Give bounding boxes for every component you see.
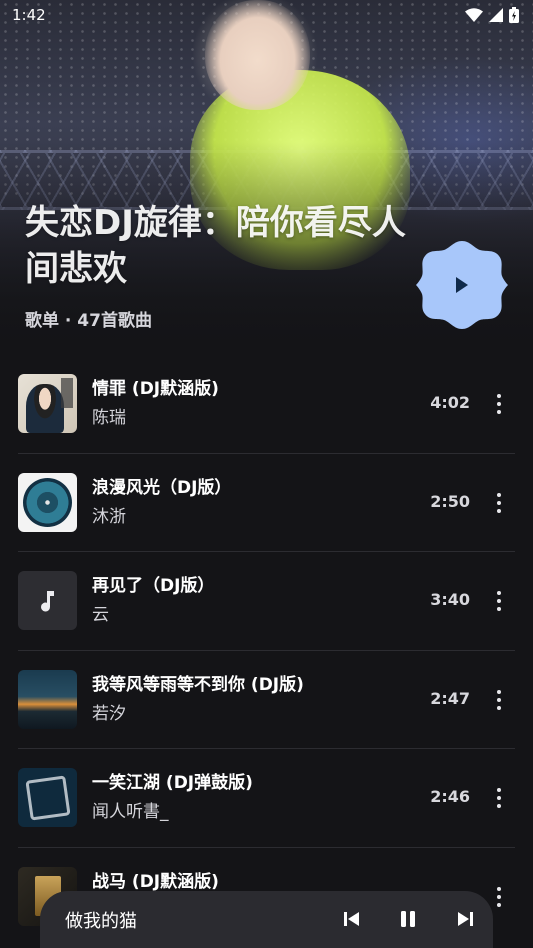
song-row[interactable]: 浪漫风光（DJ版） 沐浙 2:50 xyxy=(0,454,533,552)
song-cover-image xyxy=(18,374,77,433)
mini-player[interactable]: 做我的猫 xyxy=(40,891,493,948)
status-bar: 1:42 xyxy=(0,0,533,30)
song-artist: 云 xyxy=(92,605,109,625)
playlist-meta: 歌单 · 47首歌曲 xyxy=(25,311,152,331)
song-row[interactable]: 再见了（DJ版） 云 3:40 xyxy=(0,552,533,651)
playlist-screen: 1:42 失恋DJ旋律：陪你看尽人间悲欢 歌单 · 47首歌曲 情罪 (DJ默涵… xyxy=(0,0,533,948)
song-artist: 沐浙 xyxy=(92,506,126,527)
more-options-icon[interactable] xyxy=(489,883,509,911)
song-duration: 4:02 xyxy=(430,393,470,412)
song-cover-image xyxy=(18,768,77,827)
skip-previous-button[interactable] xyxy=(340,907,364,931)
pause-icon xyxy=(401,911,415,927)
song-title: 战马 (DJ默涵版) xyxy=(92,871,219,892)
song-duration: 3:40 xyxy=(430,590,470,609)
more-options-icon[interactable] xyxy=(489,686,509,714)
skip-next-icon xyxy=(458,912,473,926)
song-title: 情罪 (DJ默涵版) xyxy=(92,379,219,399)
song-artist: 闻人听書_ xyxy=(92,802,169,822)
skip-next-button[interactable] xyxy=(453,907,477,931)
song-artist: 若汐 xyxy=(92,703,126,724)
song-title: 我等风等雨等不到你 (DJ版) xyxy=(92,674,304,695)
song-cover-placeholder xyxy=(18,571,77,630)
song-row[interactable]: 我等风等雨等不到你 (DJ版) 若汐 2:47 xyxy=(0,651,533,749)
song-cover-image xyxy=(18,472,77,532)
song-cover-image xyxy=(18,669,77,729)
status-icons xyxy=(465,7,519,23)
now-playing-title: 做我的猫 xyxy=(65,911,137,932)
more-options-icon[interactable] xyxy=(489,390,509,418)
play-icon xyxy=(456,277,468,293)
signal-icon xyxy=(489,8,503,22)
playlist-title: 失恋DJ旋律：陪你看尽人间悲欢 xyxy=(25,203,406,289)
battery-charging-icon xyxy=(509,7,519,23)
wifi-icon xyxy=(465,8,483,22)
song-title: 一笑江湖 (DJ弹鼓版) xyxy=(92,773,253,793)
song-row[interactable]: 情罪 (DJ默涵版) 陈瑞 4:02 xyxy=(0,355,533,454)
song-duration: 2:50 xyxy=(430,491,470,511)
song-duration: 2:46 xyxy=(430,787,470,806)
song-title: 再见了（DJ版） xyxy=(92,576,215,596)
play-all-button[interactable] xyxy=(416,239,508,331)
song-title: 浪漫风光（DJ版） xyxy=(92,477,232,498)
more-options-icon[interactable] xyxy=(489,489,509,517)
more-options-icon[interactable] xyxy=(489,784,509,812)
music-note-icon xyxy=(40,590,54,612)
skip-previous-icon xyxy=(344,912,359,926)
song-list: 情罪 (DJ默涵版) 陈瑞 4:02 浪漫风光（DJ版） 沐浙 2:50 再见了… xyxy=(0,355,533,946)
more-options-icon[interactable] xyxy=(489,587,509,615)
pause-button[interactable] xyxy=(396,907,420,931)
song-artist: 陈瑞 xyxy=(92,408,126,428)
song-duration: 2:47 xyxy=(430,688,470,708)
song-row[interactable]: 一笑江湖 (DJ弹鼓版) 闻人听書_ 2:46 xyxy=(0,749,533,848)
status-time: 1:42 xyxy=(12,6,46,24)
